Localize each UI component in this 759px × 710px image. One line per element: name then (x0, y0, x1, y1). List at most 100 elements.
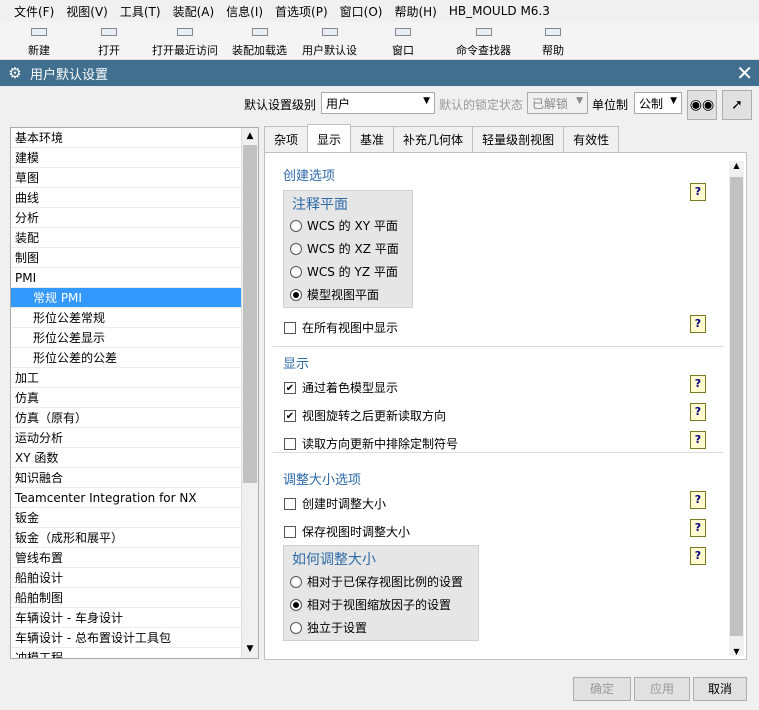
apply-button[interactable]: 应用 (634, 677, 690, 701)
tree-item-selected[interactable]: 常规 PMI (11, 288, 258, 308)
toolbar-new-button[interactable]: 新建 (28, 24, 50, 58)
check-shaded-model[interactable]: ✔ 通过着色模型显示 (284, 379, 398, 396)
scroll-up-icon[interactable]: ▲ (242, 128, 258, 145)
menu-assemblies[interactable]: 装配(A) (167, 3, 221, 20)
manage-defaults-button[interactable]: ➚ (722, 90, 752, 120)
toolbar-assembly-load-button[interactable]: 装配加载选 (232, 24, 287, 58)
scroll-thumb[interactable] (730, 177, 743, 636)
find-defaults-button[interactable]: ◉◉ (687, 90, 717, 120)
help-icon[interactable]: ? (690, 375, 706, 393)
panel-scrollbar[interactable]: ▲ ▼ (729, 161, 744, 656)
help-icon[interactable]: ? (690, 183, 706, 201)
tab-lightweight-section[interactable]: 轻量级剖视图 (472, 126, 565, 152)
level-label: 默认设置级别 (244, 98, 317, 112)
tree-item[interactable]: 草图 (11, 168, 258, 188)
tree-item[interactable]: 形位公差常规 (11, 308, 258, 328)
check-update-read-direction[interactable]: ✔ 视图旋转之后更新读取方向 (284, 407, 446, 424)
help-icon[interactable]: ? (690, 403, 706, 421)
help-icon[interactable]: ? (690, 519, 706, 537)
group-title: 如何调整大小 (292, 552, 376, 568)
section-title: 调整大小选项 (283, 473, 362, 488)
tree-item[interactable]: 船舶设计 (11, 568, 258, 588)
menu-hb-mould[interactable]: HB_MOULD M6.3 (443, 4, 556, 18)
ok-button[interactable]: 确定 (573, 677, 631, 701)
tree-item[interactable]: 钣金 (11, 508, 258, 528)
tree-item[interactable]: 仿真 (11, 388, 258, 408)
radio-relative-zoom-factor[interactable]: 相对于视图缩放因子的设置 (290, 596, 451, 613)
menu-window[interactable]: 窗口(O) (334, 3, 389, 20)
tree-item[interactable]: 运动分析 (11, 428, 258, 448)
tree-item[interactable]: 形位公差的公差 (11, 348, 258, 368)
manage-arrow-icon: ➚ (731, 97, 743, 113)
tree-item[interactable]: 建模 (11, 148, 258, 168)
help-icon[interactable]: ? (690, 431, 706, 449)
menu-tools[interactable]: 工具(T) (114, 3, 167, 20)
menu-file[interactable]: 文件(F) (8, 3, 60, 20)
tree-item[interactable]: 钣金（成形和展平） (11, 528, 258, 548)
toolbar-window-button[interactable]: 窗口 (392, 24, 414, 58)
check-show-all-views[interactable]: 在所有视图中显示 (284, 319, 398, 336)
tab-display[interactable]: 显示 (307, 124, 352, 152)
unit-select[interactable]: 公制 ▼ (634, 92, 682, 114)
display-section: 显示 ✔ 通过着色模型显示 ? ✔ 视图旋转之后更新读取方向 ? 读取方向更新中排除… (273, 351, 723, 453)
check-resize-on-save[interactable]: 保存视图时调整大小 (284, 523, 410, 540)
help-icon[interactable]: ? (690, 547, 706, 565)
radio-wcs-xy[interactable]: WCS 的 XY 平面 (290, 217, 398, 234)
tree-item[interactable]: 分析 (11, 208, 258, 228)
cancel-button[interactable]: 取消 (693, 677, 747, 701)
close-icon[interactable]: ✕ (736, 61, 753, 85)
tree-item[interactable]: 知识融合 (11, 468, 258, 488)
level-select[interactable]: 用户 ▼ (321, 92, 435, 114)
menu-information[interactable]: 信息(I) (220, 3, 269, 20)
tab-misc[interactable]: 杂项 (264, 126, 309, 152)
tree-item[interactable]: 冲模工程 (11, 648, 258, 658)
scroll-thumb[interactable] (243, 145, 257, 483)
menu-preferences[interactable]: 首选项(P) (269, 3, 334, 20)
toolbar: 新建 打开 打开最近访问 装配加载选 用户默认设 窗口 命令查找器 帮助 (0, 22, 759, 60)
settings-panel: 创建选项 注释平面 WCS 的 XY 平面 WCS 的 XZ 平面 WCS 的 … (264, 152, 747, 660)
tree-item[interactable]: 基本环境 (11, 128, 258, 148)
tree-scrollbar[interactable]: ▲ ▼ (241, 128, 258, 658)
tree-item[interactable]: 管线布置 (11, 548, 258, 568)
scroll-down-icon[interactable]: ▼ (729, 647, 744, 656)
radio-model-view-plane[interactable]: 模型视图平面 (290, 286, 379, 303)
toolbar-open-button[interactable]: 打开 (98, 24, 120, 58)
toolbar-help-button[interactable]: 帮助 (542, 24, 564, 58)
chevron-down-icon: ▼ (670, 96, 677, 106)
resize-options-section: 调整大小选项 创建时调整大小 ? 保存视图时调整大小 ? 如何调整大小 相对于已… (273, 467, 723, 656)
toolbar-user-defaults-button[interactable]: 用户默认设 (302, 24, 357, 58)
toolbar-command-finder-button[interactable]: 命令查找器 (456, 24, 511, 58)
gear-icon: ⚙ (8, 64, 22, 82)
tree-item[interactable]: 制图 (11, 248, 258, 268)
menu-view[interactable]: 视图(V) (60, 3, 114, 20)
toolbar-recent-button[interactable]: 打开最近访问 (152, 24, 218, 58)
menu-help[interactable]: 帮助(H) (388, 3, 442, 20)
help-icon[interactable]: ? (690, 491, 706, 509)
tree-item[interactable]: 形位公差显示 (11, 328, 258, 348)
tree-item[interactable]: 车辆设计 - 总布置设计工具包 (11, 628, 258, 648)
tree-item[interactable]: 装配 (11, 228, 258, 248)
tree-item[interactable]: Teamcenter Integration for NX (11, 488, 258, 508)
radio-wcs-yz[interactable]: WCS 的 YZ 平面 (290, 263, 398, 280)
tree-item[interactable]: 加工 (11, 368, 258, 388)
radio-independent[interactable]: 独立于设置 (290, 619, 367, 636)
scroll-up-icon[interactable]: ▲ (729, 161, 744, 175)
tree-item[interactable]: 船舶制图 (11, 588, 258, 608)
check-resize-on-create[interactable]: 创建时调整大小 (284, 495, 386, 512)
radio-relative-saved-scale[interactable]: 相对于已保存视图比例的设置 (290, 573, 463, 590)
binoculars-icon: ◉◉ (689, 97, 715, 113)
tree-item[interactable]: PMI (11, 268, 258, 288)
settings-scroll-area: 创建选项 注释平面 WCS 的 XY 平面 WCS 的 XZ 平面 WCS 的 … (273, 161, 731, 656)
tab-validity[interactable]: 有效性 (563, 126, 620, 152)
tree-item[interactable]: 曲线 (11, 188, 258, 208)
lock-select[interactable]: 已解锁 ▼ (527, 92, 588, 114)
tree-item[interactable]: XY 函数 (11, 448, 258, 468)
tree-item[interactable]: 仿真（原有） (11, 408, 258, 428)
radio-wcs-xz[interactable]: WCS 的 XZ 平面 (290, 240, 399, 257)
scroll-down-icon[interactable]: ▼ (242, 641, 258, 658)
help-icon[interactable]: ? (690, 315, 706, 333)
tree-item[interactable]: 车辆设计 - 车身设计 (11, 608, 258, 628)
tab-datum[interactable]: 基准 (350, 126, 395, 152)
check-exclude-custom-symbols[interactable]: 读取方向更新中排除定制符号 (284, 435, 458, 452)
tab-supplementary-geometry[interactable]: 补充几何体 (393, 126, 474, 152)
